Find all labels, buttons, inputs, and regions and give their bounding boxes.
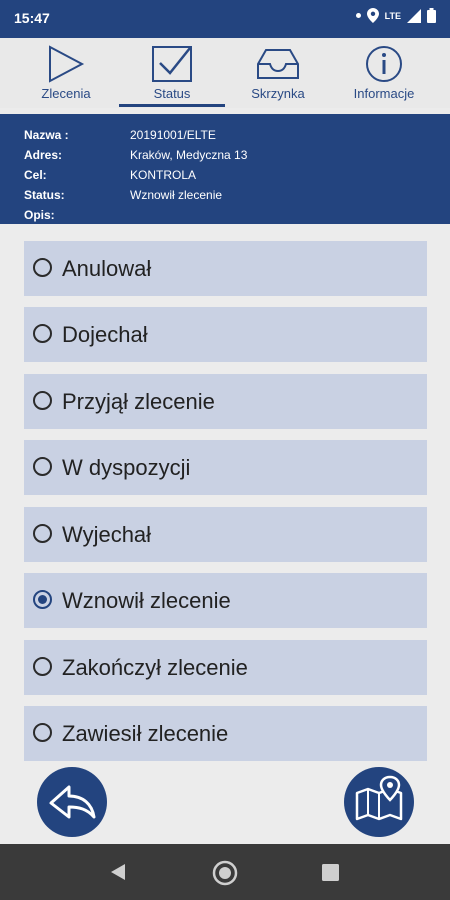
status-option[interactable]: W dyspozycji <box>24 440 427 495</box>
system-navigation-bar <box>0 844 450 900</box>
status-option[interactable]: Wyjechał <box>24 507 427 562</box>
tab-label: Zlecenia <box>41 86 91 101</box>
reply-arrow-icon <box>49 785 96 819</box>
cel-value: KONTROLA <box>130 168 197 182</box>
status-value: Wznowił zlecenie <box>130 188 223 202</box>
order-info-panel: Nazwa : 20191001/ELTE Adres: Kraków, Medyc… <box>0 114 450 224</box>
status-option[interactable]: Wznowił zlecenie <box>24 573 427 628</box>
status-option-label: Przyjął zlecenie <box>62 389 215 414</box>
nazwa-label: Nazwa : <box>24 128 69 142</box>
status-option-label: Zakończył zlecenie <box>62 655 248 680</box>
inbox-icon <box>257 49 299 79</box>
signal-icon <box>407 8 421 23</box>
checkbox-icon <box>152 46 192 82</box>
status-bar: 15:47 LTE <box>0 0 450 38</box>
tab-status[interactable]: Status <box>116 38 228 108</box>
map-button[interactable] <box>344 767 414 837</box>
nav-home-icon[interactable] <box>211 859 239 887</box>
tab-label: Informacje <box>353 86 415 101</box>
radio-button[interactable] <box>33 258 52 277</box>
radio-button[interactable] <box>33 723 52 742</box>
status-option[interactable]: Przyjął zlecenie <box>24 374 427 429</box>
radio-button[interactable] <box>33 657 52 676</box>
status-option-label: W dyspozycji <box>62 455 191 480</box>
active-tab-indicator <box>119 104 225 107</box>
back-button[interactable] <box>37 767 107 837</box>
radio-button[interactable] <box>33 524 52 543</box>
status-option-label: Anulował <box>62 256 152 281</box>
adres-label: Adres: <box>24 148 63 162</box>
status-option-label: Wyjechał <box>62 522 152 547</box>
tab-label: Status <box>153 86 191 101</box>
radio-button[interactable] <box>33 590 52 609</box>
battery-icon <box>427 8 436 23</box>
status-option-label: Zawiesił zlecenie <box>62 721 229 746</box>
play-icon <box>49 45 85 83</box>
radio-button[interactable] <box>33 324 52 343</box>
tab-bar: Zlecenia Status Skrzynka Informacje <box>0 38 450 108</box>
status-icons: LTE <box>355 8 436 23</box>
notification-dot-icon <box>355 13 361 18</box>
nazwa-value: 20191001/ELTE <box>130 128 216 142</box>
status-option-label: Dojechał <box>62 322 148 347</box>
tab-zlecenia[interactable]: Zlecenia <box>10 38 122 108</box>
cel-label: Cel: <box>24 168 47 182</box>
tab-label: Skrzynka <box>251 86 305 101</box>
nav-back-icon[interactable] <box>109 863 127 881</box>
tab-informacje[interactable]: Informacje <box>328 38 440 108</box>
status-option[interactable]: Dojechał <box>24 307 427 362</box>
adres-value: Kraków, Medyczna 13 <box>130 148 248 162</box>
status-label: Status: <box>24 188 65 202</box>
location-icon <box>366 8 379 23</box>
map-pin-icon <box>355 775 403 821</box>
tab-skrzynka[interactable]: Skrzynka <box>222 38 334 108</box>
status-option[interactable]: Zawiesił zlecenie <box>24 706 427 761</box>
clock: 15:47 <box>14 10 50 26</box>
nav-recents-icon[interactable] <box>322 864 339 881</box>
info-icon <box>366 46 402 82</box>
status-option[interactable]: Anulował <box>24 241 427 296</box>
radio-button[interactable] <box>33 391 52 410</box>
network-type: LTE <box>384 10 401 21</box>
status-option-label: Wznowił zlecenie <box>62 588 231 613</box>
opis-label: Opis: <box>24 208 55 222</box>
status-option[interactable]: Zakończył zlecenie <box>24 640 427 695</box>
radio-button[interactable] <box>33 457 52 476</box>
